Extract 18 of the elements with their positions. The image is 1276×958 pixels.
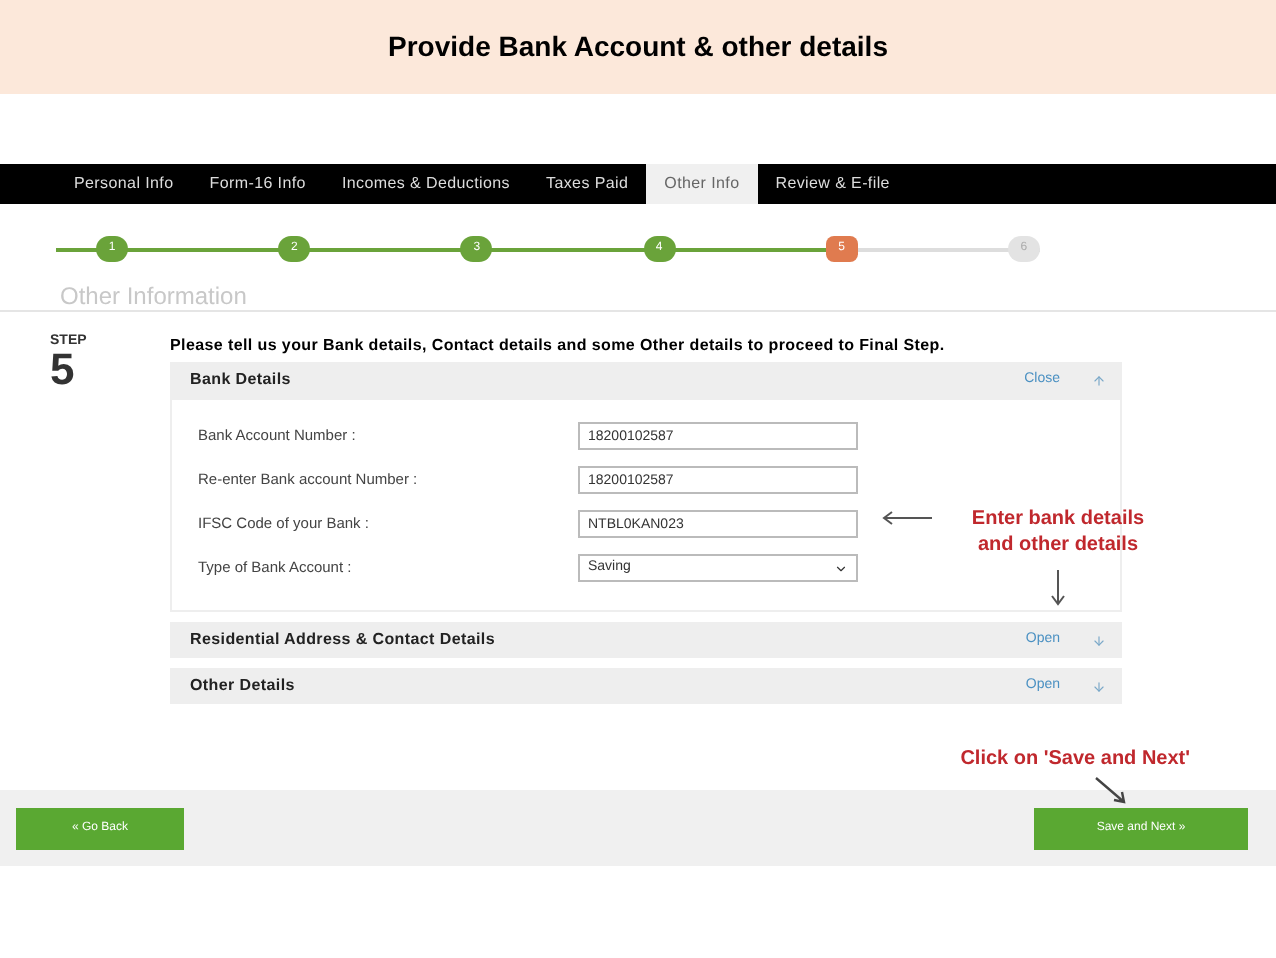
arrow-down-icon bbox=[1050, 570, 1066, 606]
tab[interactable]: Incomes & Deductions bbox=[323, 164, 528, 204]
tab[interactable]: Personal Info bbox=[56, 164, 192, 204]
tab[interactable]: Other Info bbox=[646, 164, 758, 204]
annotation-text: Enter bank details and other details bbox=[969, 506, 1147, 558]
step-number: 5 bbox=[50, 348, 75, 392]
panel-title: Residential Address & Contact Details bbox=[190, 628, 497, 652]
annotation-text: Click on 'Save and Next' bbox=[960, 746, 1190, 774]
tab[interactable]: Review & E-file bbox=[757, 164, 908, 204]
arrow-icon bbox=[1094, 776, 1126, 804]
slide-title: Provide Bank Account & other details bbox=[388, 28, 888, 66]
arrow-left-icon bbox=[880, 510, 932, 526]
caret-icon bbox=[834, 561, 848, 575]
panel-title: Bank Details bbox=[190, 368, 293, 392]
instruction-text: Please tell us your Bank details, Contact details and some Other details to proceed to Final Step. bbox=[170, 334, 947, 358]
panel-title: Other Details bbox=[190, 674, 297, 698]
tab[interactable]: Taxes Paid bbox=[528, 164, 647, 204]
tab[interactable]: Form-16 Info bbox=[191, 164, 324, 204]
